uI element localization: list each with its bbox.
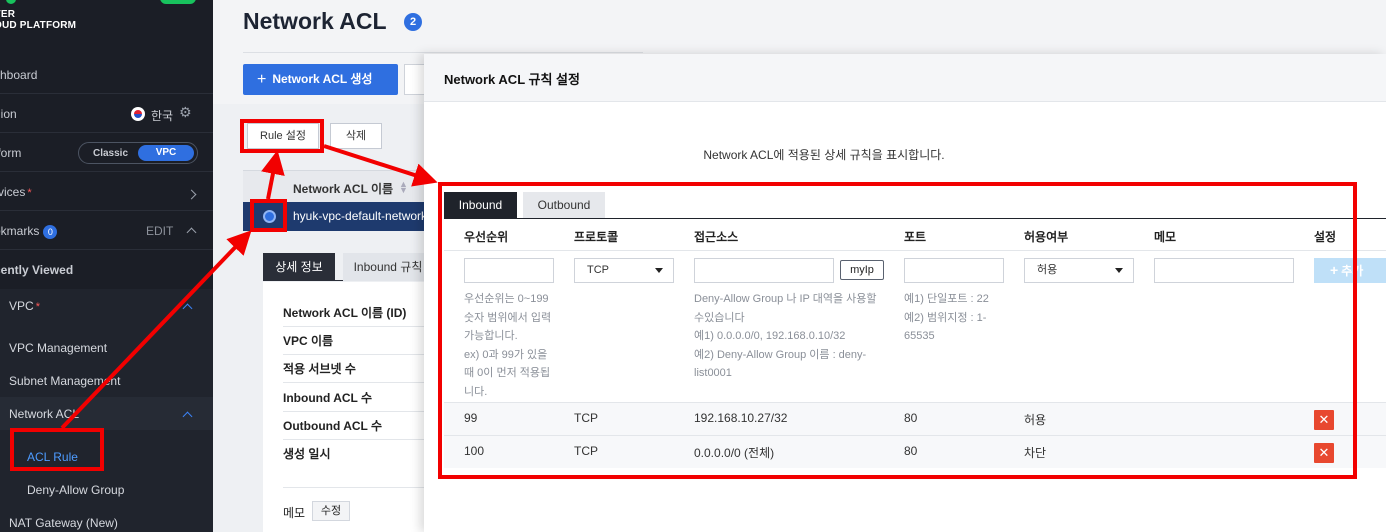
modal-description: Network ACL에 적용된 상세 규칙을 표시합니다.: [703, 148, 945, 162]
plus-icon: +: [257, 71, 267, 88]
detail-label-acl-name: Network ACL 이름 (ID): [283, 306, 407, 320]
sidebar-item-label: gion: [0, 107, 17, 121]
tab-detail-info[interactable]: 상세 정보: [263, 253, 335, 281]
detail-label-vpc-name: VPC 이름: [283, 334, 334, 348]
page-title: Network ACL: [243, 8, 387, 34]
required-mark: *: [27, 187, 32, 199]
sidebar-item-label: rvices: [0, 185, 26, 199]
title-count-badge: 2: [404, 13, 422, 31]
sidebar-item-subnet-management[interactable]: Subnet Management: [0, 364, 213, 397]
sidebar-item-network-acl[interactable]: Network ACL: [0, 397, 213, 430]
highlight-rule-table: [438, 182, 1357, 479]
brand-line2: OUD PLATFORM: [0, 20, 77, 31]
sidebar-item-label: okmarks: [0, 224, 40, 238]
delete-button[interactable]: 삭제: [330, 123, 382, 149]
sidebar-item-label: NAT Gateway (New): [9, 516, 118, 530]
logo-mark-icon: [6, 0, 16, 4]
highlight-rule-button: [240, 119, 324, 153]
platform-classic-option[interactable]: Classic: [93, 148, 128, 159]
chevron-up-icon[interactable]: [186, 225, 197, 239]
tab-inbound-rules[interactable]: Inbound 규칙: [343, 253, 433, 281]
sidebar-item-vpc-management[interactable]: VPC Management: [0, 331, 213, 364]
sidebar-item-label: Deny-Allow Group: [27, 483, 125, 497]
status-pill: [160, 0, 196, 4]
row-name: hyuk-vpc-default-network: [293, 209, 428, 223]
bookmarks-count-badge: 0: [43, 224, 58, 239]
gear-icon[interactable]: ⚙: [179, 104, 192, 121]
chevron-up-icon[interactable]: [182, 409, 193, 423]
create-button-label: Network ACL 생성: [272, 72, 373, 86]
sidebar-item-label: Subnet Management: [9, 374, 121, 388]
sidebar-item-label: VPC: [9, 299, 34, 313]
sidebar-item-bookmarks[interactable]: okmarks0 EDIT: [0, 212, 213, 250]
region-value: 한국: [151, 109, 174, 123]
brand-line1: VER: [0, 9, 16, 20]
sidebar-item-dashboard[interactable]: shboard: [0, 56, 213, 94]
sidebar-item-vpc[interactable]: VPC *: [0, 289, 213, 322]
platform-toggle[interactable]: Classic VPC: [78, 142, 198, 164]
column-header-name: Network ACL 이름: [293, 182, 394, 196]
platform-vpc-option[interactable]: VPC: [138, 145, 194, 161]
brand-logo: VER OUD PLATFORM: [0, 0, 213, 40]
sidebar-item-platform: tform Classic VPC: [0, 134, 213, 172]
chevron-right-icon: [186, 187, 197, 201]
modal-header: Network ACL 규칙 설정: [424, 54, 1386, 102]
sidebar-item-label: tform: [0, 146, 22, 160]
detail-label-inbound-count: Inbound ACL 수: [283, 391, 373, 405]
detail-label-subnet-count: 적용 서브넷 수: [283, 362, 356, 376]
sidebar-item-region[interactable]: gion 한국 ⚙: [0, 95, 213, 133]
sidebar-item-label: cently Viewed: [0, 263, 74, 277]
create-network-acl-button[interactable]: + Network ACL 생성: [243, 64, 398, 95]
chevron-up-icon[interactable]: [182, 301, 193, 315]
vpc-menu-group: VPC * VPC Management Subnet Management Ne…: [0, 289, 213, 532]
sidebar-item-label: Network ACL: [9, 407, 80, 421]
sidebar-item-services[interactable]: rvices*: [0, 173, 213, 211]
korea-flag-icon: [131, 107, 145, 121]
sidebar-item-label: shboard: [0, 68, 38, 82]
bookmarks-edit-link[interactable]: EDIT: [146, 224, 173, 238]
highlight-row-radio: [250, 199, 287, 232]
detail-label-outbound-count: Outbound ACL 수: [283, 419, 383, 433]
required-mark: *: [35, 301, 40, 313]
modal-title: Network ACL 규칙 설정: [444, 72, 580, 87]
sidebar-item-deny-allow-group[interactable]: Deny-Allow Group: [0, 473, 213, 506]
divider: [243, 52, 643, 53]
sidebar-item-recently-viewed: cently Viewed: [0, 251, 213, 289]
highlight-acl-rule: [10, 428, 104, 471]
sidebar-item-nat-gateway[interactable]: NAT Gateway (New): [0, 506, 213, 532]
detail-label-created-at: 생성 일시: [283, 447, 331, 461]
sidebar-item-label: VPC Management: [9, 341, 108, 355]
memo-label: 메모: [283, 506, 306, 520]
memo-edit-button[interactable]: 수정: [312, 501, 350, 521]
sort-icon[interactable]: ▲ ▼: [399, 180, 408, 195]
